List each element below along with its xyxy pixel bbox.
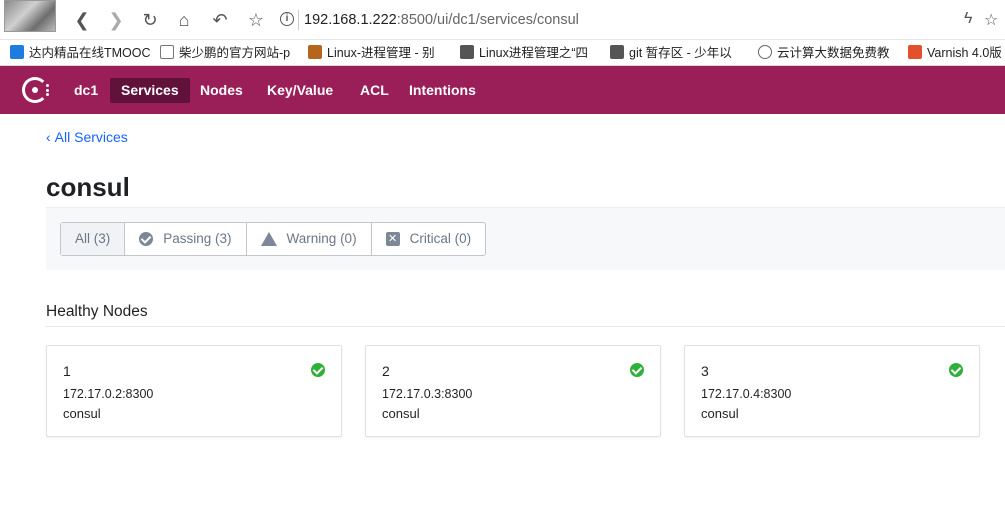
bookmark-label: Linux-进程管理 - 别 xyxy=(327,46,435,60)
filter-label: Passing (3) xyxy=(163,231,232,246)
node-card[interactable]: 3 172.17.0.4:8300 consul xyxy=(684,345,980,437)
node-address: 172.17.0.2:8300 xyxy=(63,387,154,401)
filter-label: Critical (0) xyxy=(409,231,472,246)
undo-icon[interactable]: ↶ xyxy=(208,8,232,32)
check-circle-icon xyxy=(139,232,154,246)
passing-check-icon xyxy=(630,363,644,377)
node-service: consul xyxy=(701,406,739,421)
node-address: 172.17.0.3:8300 xyxy=(382,387,473,401)
breadcrumb-all-services[interactable]: ‹ All Services xyxy=(46,128,128,146)
filter-all[interactable]: All (3) xyxy=(61,223,126,255)
nav-key-value[interactable]: Key/Value xyxy=(256,78,344,103)
bookmark-item[interactable]: 达内精品在线TMOOC xyxy=(10,44,152,62)
bookmark-label: Linux进程管理之“四 xyxy=(479,46,589,60)
profile-avatar[interactable] xyxy=(4,0,56,32)
bookmark-label: Varnish 4.0版 xyxy=(927,46,1002,60)
chevron-left-icon: ‹ xyxy=(46,129,51,145)
node-address: 172.17.0.4:8300 xyxy=(701,387,792,401)
bookmarks-bar: 达内精品在线TMOOC 柴少鹏的官方网站-p Linux-进程管理 - 别 Li… xyxy=(0,40,1005,66)
node-card[interactable]: 1 172.17.0.2:8300 consul xyxy=(46,345,342,437)
pen-icon xyxy=(610,45,624,59)
browser-toolbar: ❮ ❯ ↻ ⌂ ↶ ☆ i 192.168.1.222:8500/ui/dc1/… xyxy=(0,0,1005,40)
pen-icon xyxy=(460,45,474,59)
bookmark-favicon-icon xyxy=(10,45,24,59)
bookmark-item[interactable]: git 暂存区 - 少年以 xyxy=(610,44,750,62)
passing-check-icon xyxy=(949,363,963,377)
nav-intentions[interactable]: Intentions xyxy=(398,78,487,103)
filter-passing[interactable]: Passing (3) xyxy=(125,223,247,255)
node-name: 1 xyxy=(63,363,71,379)
filter-label: All (3) xyxy=(75,231,111,246)
datacenter-selector[interactable]: dc1 xyxy=(63,78,109,103)
breadcrumb-label: All Services xyxy=(54,129,128,145)
bookmark-label: 柴少鹏的官方网站-p xyxy=(179,46,291,60)
bookmark-item[interactable]: Varnish 4.0版 xyxy=(908,44,1005,62)
bookmark-item[interactable]: Linux进程管理之“四 xyxy=(460,44,600,62)
bookmark-label: git 暂存区 - 少年以 xyxy=(629,46,732,60)
filter-critical[interactable]: ✕ Critical (0) xyxy=(372,223,486,255)
site-info-icon[interactable]: i xyxy=(280,12,294,26)
tools-icon xyxy=(308,45,322,59)
bookmark-item[interactable]: 柴少鹏的官方网站-p xyxy=(160,44,295,62)
bookmark-star-icon[interactable]: ☆ xyxy=(984,10,998,30)
lightning-icon[interactable]: ϟ xyxy=(964,10,972,28)
forward-arrow-icon[interactable]: ❯ xyxy=(104,8,128,32)
address-bar[interactable]: 192.168.1.222:8500/ui/dc1/services/consu… xyxy=(304,8,579,32)
star-icon[interactable]: ☆ xyxy=(244,8,268,32)
home-icon[interactable]: ⌂ xyxy=(172,8,196,32)
critical-icon: ✕ xyxy=(385,232,400,246)
reload-icon[interactable]: ↻ xyxy=(138,8,162,32)
node-name: 2 xyxy=(382,363,390,379)
passing-check-icon xyxy=(311,363,325,377)
back-arrow-icon[interactable]: ❮ xyxy=(70,8,94,32)
consul-logo-dot-icon xyxy=(32,87,38,93)
consul-logo-pips-icon xyxy=(46,84,50,96)
url-path: :8500/ui/dc1/services/consul xyxy=(396,12,579,28)
node-card[interactable]: 2 172.17.0.3:8300 consul xyxy=(365,345,661,437)
filter-warning[interactable]: Warning (0) xyxy=(247,223,372,255)
bookmark-item[interactable]: 云计算大数据免费教 xyxy=(758,44,898,62)
page-title: consul xyxy=(46,172,130,202)
node-service: consul xyxy=(382,406,420,421)
section-title: Healthy Nodes xyxy=(46,303,148,320)
url-separator xyxy=(298,10,299,30)
bookmark-label: 云计算大数据免费教 xyxy=(777,46,890,60)
node-service: consul xyxy=(63,406,101,421)
nav-services[interactable]: Services xyxy=(110,78,190,103)
url-host: 192.168.1.222 xyxy=(304,12,397,28)
bookmark-item[interactable]: Linux-进程管理 - 别 xyxy=(308,44,448,62)
bookmark-label: 达内精品在线TMOOC xyxy=(29,46,151,60)
health-filter-group: All (3) Passing (3) Warning (0) ✕ Critica… xyxy=(60,222,487,256)
section-divider xyxy=(46,326,1005,327)
nav-nodes[interactable]: Nodes xyxy=(189,78,254,103)
globe-icon xyxy=(758,45,772,59)
document-icon xyxy=(160,45,174,59)
filter-label: Warning (0) xyxy=(286,231,357,246)
node-name: 3 xyxy=(701,363,709,379)
nav-acl[interactable]: ACL xyxy=(349,78,400,103)
warning-icon xyxy=(260,232,277,246)
bookmark-favicon-icon xyxy=(908,45,922,59)
